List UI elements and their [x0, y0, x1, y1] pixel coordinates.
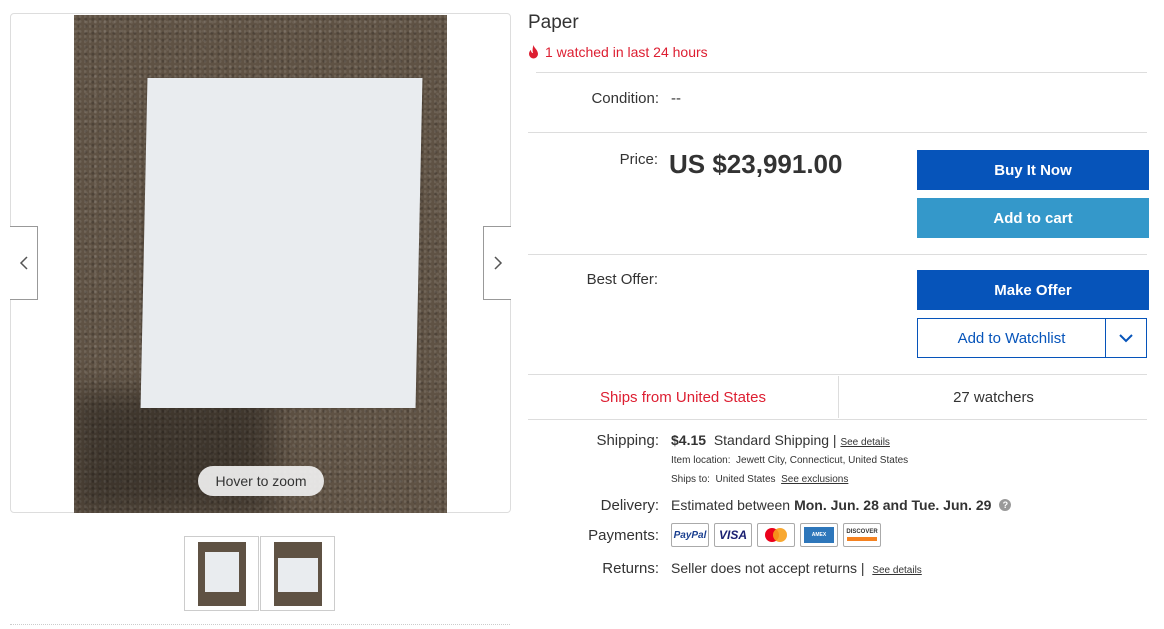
- chevron-right-icon: [493, 256, 502, 270]
- returns-details-link[interactable]: See details: [872, 565, 921, 576]
- american-express-icon: AMEX: [800, 523, 838, 547]
- condition-label: Condition:: [591, 90, 659, 107]
- item-location: Item location: Jewett City, Connecticut,…: [671, 455, 908, 466]
- shipping-label: Shipping:: [596, 432, 659, 449]
- ships-to-value: United States: [715, 474, 776, 485]
- mastercard-icon: [757, 523, 795, 547]
- add-to-watchlist-button[interactable]: Add to Watchlist: [918, 319, 1105, 357]
- delivery-label: Delivery:: [600, 497, 659, 514]
- divider: [10, 624, 510, 625]
- help-icon[interactable]: ?: [999, 499, 1012, 511]
- watched-notice: 1 watched in last 24 hours: [528, 44, 708, 60]
- watchers-count: 27 watchers: [838, 376, 1148, 418]
- add-to-cart-button[interactable]: Add to cart: [917, 198, 1149, 238]
- delivery-range: Mon. Jun. 28 and Tue. Jun. 29: [794, 497, 992, 513]
- buy-it-now-button[interactable]: Buy It Now: [917, 150, 1149, 190]
- next-image-button[interactable]: [483, 226, 511, 300]
- divider: [528, 419, 1147, 420]
- see-exclusions-link[interactable]: See exclusions: [781, 474, 848, 485]
- previous-image-button[interactable]: [10, 226, 38, 300]
- paper-sheet: [140, 78, 423, 408]
- item-title: Paper: [528, 12, 579, 33]
- thumbnail-image: [197, 541, 246, 606]
- shipping-price: $4.15: [671, 432, 707, 448]
- chevron-down-icon: [1119, 333, 1133, 342]
- price-value: US $23,991.00: [669, 149, 843, 179]
- thumbnail-2[interactable]: [260, 536, 335, 611]
- ships-to-label: Ships to:: [671, 474, 710, 485]
- delivery-estimate: Estimated between Mon. Jun. 28 and Tue. …: [671, 497, 1012, 513]
- divider: [528, 132, 1147, 133]
- item-location-value: Jewett City, Connecticut, United States: [736, 455, 909, 466]
- delivery-prefix: Estimated between: [671, 497, 791, 513]
- discover-icon: DISCOVER: [843, 523, 881, 547]
- payment-methods: PayPal VISA AMEX DISCOVER: [671, 523, 881, 547]
- ships-from-badge: Ships from United States: [600, 388, 766, 406]
- paypal-icon: PayPal: [671, 523, 709, 547]
- price-label: Price:: [619, 151, 658, 168]
- make-offer-button[interactable]: Make Offer: [917, 270, 1149, 310]
- divider: [536, 72, 1147, 73]
- shipping-details-link[interactable]: See details: [840, 437, 889, 448]
- thumbnail-image: [273, 541, 322, 606]
- thumbnail-strip: [184, 536, 336, 611]
- flame-icon: [529, 45, 538, 59]
- returns-text: Seller does not accept returns |: [671, 560, 865, 576]
- visa-icon: VISA: [714, 523, 752, 547]
- watchlist-dropdown-button[interactable]: [1105, 319, 1146, 357]
- returns-policy: Seller does not accept returns | See det…: [671, 560, 922, 576]
- watchlist-control: Add to Watchlist: [917, 318, 1147, 358]
- returns-label: Returns:: [602, 560, 659, 577]
- ships-to: Ships to: United States See exclusions: [671, 474, 848, 485]
- chevron-left-icon: [19, 256, 28, 270]
- shipping-summary: $4.15 Standard Shipping | See details: [671, 432, 890, 448]
- payments-label: Payments:: [588, 527, 659, 544]
- hover-to-zoom-label: Hover to zoom: [198, 466, 324, 496]
- thumbnail-1[interactable]: [184, 536, 259, 611]
- main-product-image[interactable]: [74, 15, 447, 513]
- shipping-method: Standard Shipping |: [713, 432, 837, 448]
- condition-value: --: [671, 90, 681, 107]
- item-location-label: Item location:: [671, 455, 731, 466]
- watched-text: 1 watched in last 24 hours: [545, 44, 708, 60]
- divider: [528, 374, 1147, 375]
- best-offer-label: Best Offer:: [586, 271, 658, 288]
- divider: [528, 254, 1147, 255]
